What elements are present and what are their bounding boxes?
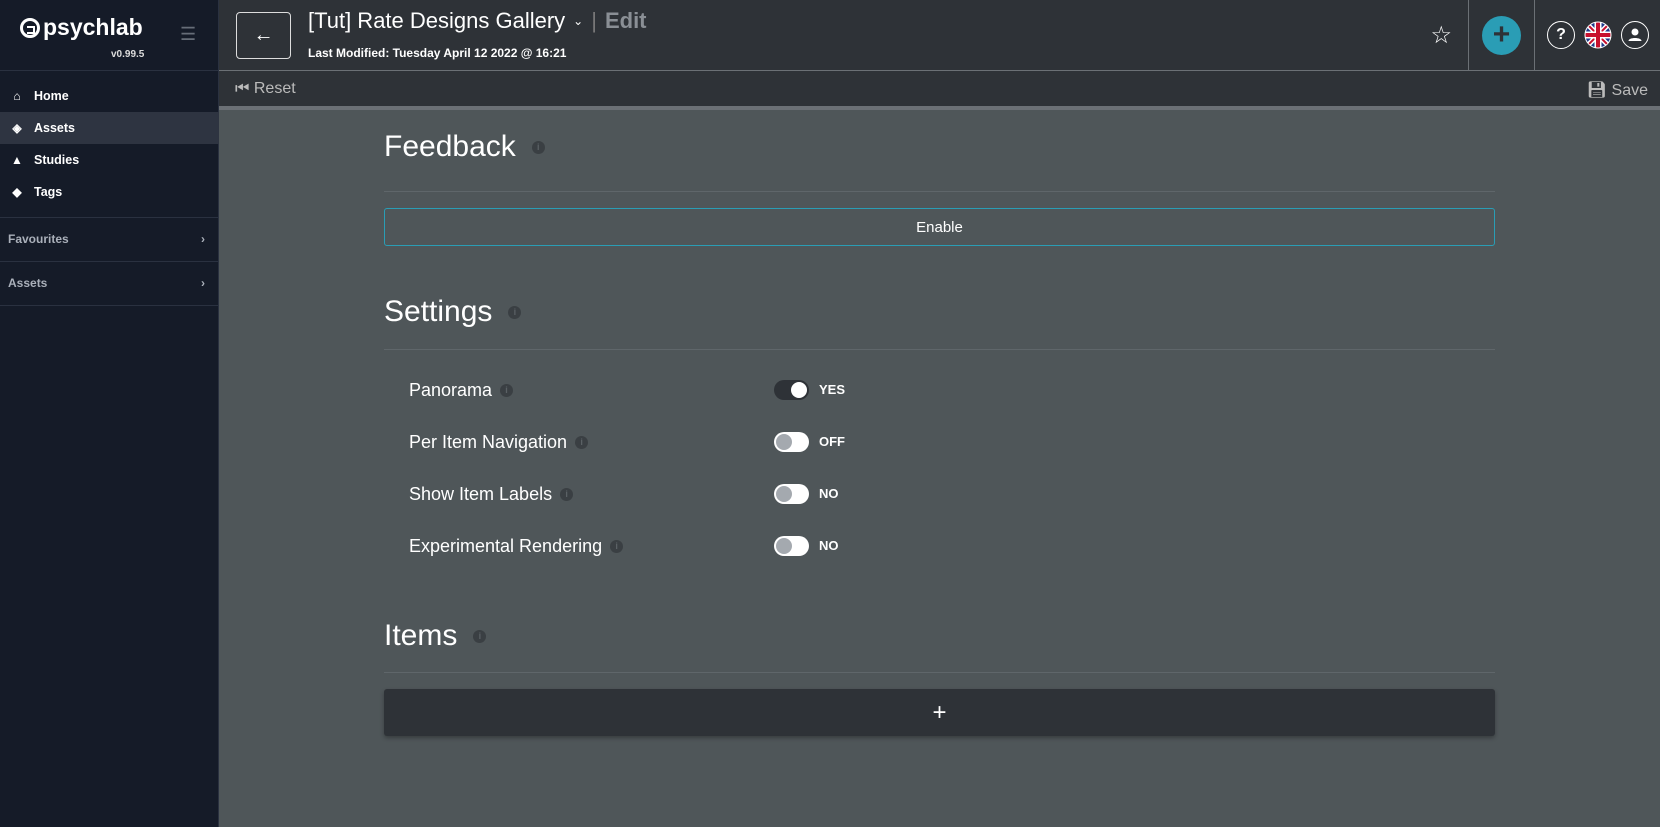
- info-icon[interactable]: i: [508, 305, 522, 319]
- add-button[interactable]: +: [1482, 15, 1521, 55]
- setting-panorama: Panorama i: [409, 378, 514, 402]
- add-item-button[interactable]: +: [384, 689, 1495, 736]
- info-icon[interactable]: i: [473, 629, 487, 643]
- mode-label: Edit: [604, 8, 647, 33]
- enable-feedback-button[interactable]: Enable: [384, 208, 1495, 246]
- setting-experimental-rendering: Experimental Rendering i: [409, 534, 624, 558]
- panorama-toggle[interactable]: [774, 380, 809, 400]
- header: ← [Tut] Rate Designs Gallery ⌄ | Edit La…: [219, 0, 1660, 71]
- sidebar-item-label: Tags: [34, 185, 63, 199]
- setting-show-item-labels: Show Item Labels i: [409, 482, 574, 506]
- arrow-left-icon: ←: [253, 24, 274, 46]
- sidebar-item-tags[interactable]: ◆ Tags: [0, 176, 219, 208]
- floppy-icon: 💾︎: [1586, 82, 1608, 99]
- divider: [0, 70, 219, 71]
- layers-icon: ◈: [12, 121, 22, 135]
- page-title: [Tut] Rate Designs Gallery ⌄ | Edit: [308, 8, 647, 34]
- heading-text: Settings: [384, 295, 493, 328]
- rocket-icon: ▲: [11, 153, 23, 167]
- rewind-icon: ⏮: [235, 80, 250, 97]
- save-button[interactable]: 💾︎ Save: [1587, 80, 1648, 100]
- sidebar-item-assets[interactable]: ◈ Assets: [0, 112, 219, 144]
- plus-icon: +: [1492, 18, 1511, 51]
- heading-text: Feedback: [384, 130, 516, 163]
- star-icon[interactable]: ☆: [1430, 21, 1452, 50]
- sidebar-item-label: Studies: [34, 153, 80, 167]
- home-icon: ⌂: [13, 89, 21, 103]
- reset-label: Reset: [253, 80, 296, 97]
- chevron-right-icon: ›: [201, 276, 205, 290]
- divider: [384, 672, 1495, 673]
- heading-text: Items: [384, 619, 458, 652]
- toggle-state: NO: [819, 486, 839, 501]
- group-label: Favourites: [8, 232, 69, 246]
- sidebar: psychlab v0.99.5 ☰ ⌂ Home ◈ Assets ▲ Studie…: [0, 0, 219, 827]
- settings-heading: Settings i: [384, 295, 522, 329]
- toggle-state: NO: [819, 538, 839, 553]
- divider: [384, 191, 1495, 192]
- feedback-heading: Feedback i: [384, 130, 545, 164]
- per-item-navigation-toggle[interactable]: [774, 432, 809, 452]
- setting-per-item-navigation: Per Item Navigation i: [409, 430, 589, 454]
- info-icon[interactable]: i: [560, 487, 574, 501]
- version: v0.99.5: [111, 49, 145, 60]
- title-separator: |: [591, 8, 597, 33]
- items-heading: Items i: [384, 619, 487, 653]
- user-icon[interactable]: [1621, 21, 1649, 49]
- logo-icon: [20, 17, 40, 38]
- sidebar-group-assets[interactable]: Assets ›: [0, 272, 219, 294]
- toggle-state: OFF: [819, 434, 845, 449]
- divider: [0, 217, 219, 218]
- setting-label: Per Item Navigation: [409, 431, 568, 452]
- sidebar-group-favourites[interactable]: Favourites ›: [0, 228, 219, 250]
- toggle-state: YES: [819, 382, 846, 397]
- divider: [0, 305, 219, 306]
- tags-icon: ◆: [12, 185, 22, 199]
- info-icon[interactable]: i: [500, 383, 514, 397]
- divider: [1468, 0, 1469, 70]
- help-icon[interactable]: ?: [1547, 21, 1575, 49]
- divider: [384, 349, 1495, 350]
- divider: [1534, 0, 1535, 70]
- chevron-down-icon[interactable]: ⌄: [573, 14, 583, 28]
- asset-title[interactable]: [Tut] Rate Designs Gallery: [308, 8, 565, 34]
- toolbar: ⏮ Reset 💾︎ Save: [219, 71, 1660, 110]
- setting-label: Panorama: [409, 379, 493, 400]
- experimental-rendering-toggle[interactable]: [774, 536, 809, 556]
- sidebar-item-label: Assets: [34, 121, 75, 135]
- chevron-right-icon: ›: [201, 232, 205, 246]
- reset-button[interactable]: ⏮ Reset: [235, 80, 296, 98]
- brand-name: psychlab: [43, 14, 143, 40]
- info-icon[interactable]: i: [531, 140, 545, 154]
- group-label: Assets: [8, 276, 48, 290]
- info-icon[interactable]: i: [575, 435, 589, 449]
- info-icon[interactable]: i: [610, 539, 624, 553]
- setting-label: Experimental Rendering: [409, 535, 603, 556]
- divider: [0, 261, 219, 262]
- sidebar-item-home[interactable]: ⌂ Home: [0, 80, 219, 112]
- collapse-sidebar-icon[interactable]: ☰: [180, 24, 196, 45]
- back-button[interactable]: ←: [236, 12, 291, 59]
- setting-label: Show Item Labels: [409, 483, 553, 504]
- sidebar-item-label: Home: [34, 89, 69, 103]
- save-label: Save: [1611, 82, 1648, 99]
- uk-flag-icon[interactable]: [1584, 21, 1612, 49]
- last-modified: Last Modified: Tuesday April 12 2022 @ 1…: [308, 46, 567, 60]
- show-item-labels-toggle[interactable]: [774, 484, 809, 504]
- sidebar-item-studies[interactable]: ▲ Studies: [0, 144, 219, 176]
- logo[interactable]: psychlab: [20, 14, 143, 41]
